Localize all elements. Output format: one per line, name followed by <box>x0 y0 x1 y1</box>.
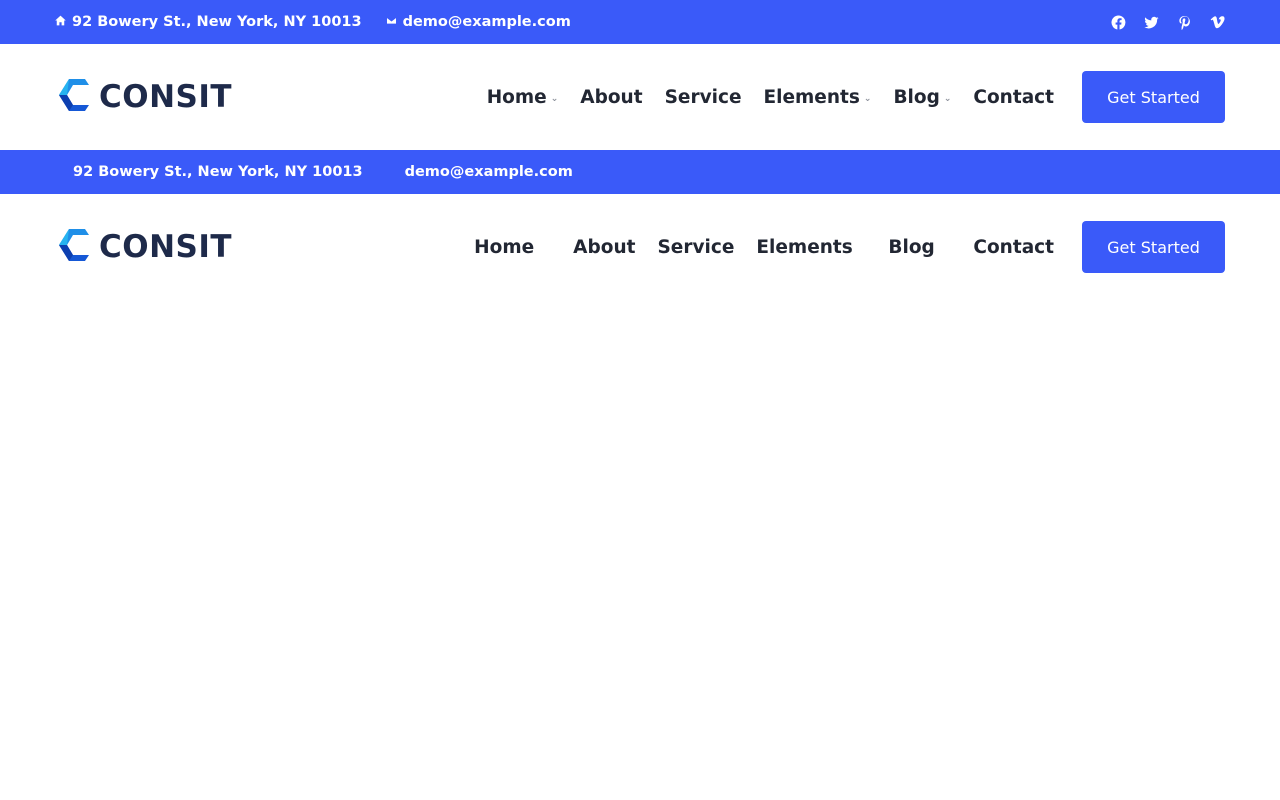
site-logo[interactable]: CONSIT <box>55 75 232 119</box>
home-icon <box>55 14 66 30</box>
consit-c-logo-icon <box>55 225 91 269</box>
top-bar-contact: 92 Bowery St., New York, NY 10013 demo@e… <box>55 14 571 30</box>
menu-item-service[interactable]: Service <box>665 87 742 108</box>
sticky-site-logo[interactable]: CONSIT <box>55 225 232 269</box>
menu-item-elements[interactable]: Elements ⌄ <box>764 87 872 108</box>
sticky-header: CONSIT Home About Service Elements Blog … <box>0 194 1280 300</box>
sticky-email-link[interactable]: demo@example.com <box>405 164 573 180</box>
chevron-down-icon: ⌄ <box>863 93 872 104</box>
top-bar: 92 Bowery St., New York, NY 10013 demo@e… <box>0 0 1280 44</box>
email-item[interactable]: demo@example.com <box>385 14 571 30</box>
sticky-menu-item-blog[interactable]: Blog <box>888 237 951 258</box>
menu-label-service[interactable]: Service <box>665 87 742 108</box>
main-menu: Home ⌄ About Service Elements ⌄ Blog ⌄ C… <box>487 71 1225 123</box>
sticky-top-bar-contact: 92 Bowery St., New York, NY 10013 demo@e… <box>55 164 573 180</box>
logo-text: CONSIT <box>99 79 233 115</box>
sticky-menu-item-about[interactable]: About <box>573 237 635 258</box>
menu-label-elements[interactable]: Elements <box>764 87 860 108</box>
pinterest-icon[interactable] <box>1176 14 1192 30</box>
sticky-menu-item-contact[interactable]: Contact <box>973 237 1054 258</box>
email-link[interactable]: demo@example.com <box>403 14 571 30</box>
menu-label-about[interactable]: About <box>580 87 642 108</box>
facebook-icon[interactable] <box>1110 14 1126 30</box>
menu-label-blog[interactable]: Blog <box>893 87 939 108</box>
chevron-down-icon: ⌄ <box>550 93 559 104</box>
sticky-menu-item-service[interactable]: Service <box>657 237 734 258</box>
social-links <box>1110 14 1225 30</box>
envelope-icon <box>385 14 397 30</box>
main-header: CONSIT Home ⌄ About Service Elements ⌄ B… <box>0 44 1280 150</box>
menu-label-contact[interactable]: Contact <box>973 87 1054 108</box>
address-item: 92 Bowery St., New York, NY 10013 <box>55 14 362 30</box>
sticky-logo-text: CONSIT <box>99 229 233 265</box>
sticky-get-started-button[interactable]: Get Started <box>1082 221 1225 273</box>
sticky-address-text: 92 Bowery St., New York, NY 10013 <box>73 164 363 180</box>
chevron-down-icon: ⌄ <box>943 93 952 104</box>
address-text: 92 Bowery St., New York, NY 10013 <box>72 14 362 30</box>
sticky-menu-item-home[interactable]: Home <box>474 237 551 258</box>
menu-item-blog[interactable]: Blog ⌄ <box>893 87 951 108</box>
menu-label-home[interactable]: Home <box>487 87 547 108</box>
menu-item-home[interactable]: Home ⌄ <box>487 87 559 108</box>
menu-item-contact[interactable]: Contact <box>973 87 1054 108</box>
sticky-menu: Home About Service Elements Blog Contact… <box>474 221 1225 273</box>
consit-c-logo-icon <box>55 75 91 119</box>
sticky-top-bar: 92 Bowery St., New York, NY 10013 demo@e… <box>0 150 1280 194</box>
twitter-icon[interactable] <box>1143 14 1159 30</box>
vimeo-icon[interactable] <box>1209 14 1225 30</box>
get-started-button[interactable]: Get Started <box>1082 71 1225 123</box>
page-content-area <box>0 300 1280 800</box>
sticky-menu-item-elements[interactable]: Elements <box>756 237 866 258</box>
menu-item-about[interactable]: About <box>580 87 642 108</box>
